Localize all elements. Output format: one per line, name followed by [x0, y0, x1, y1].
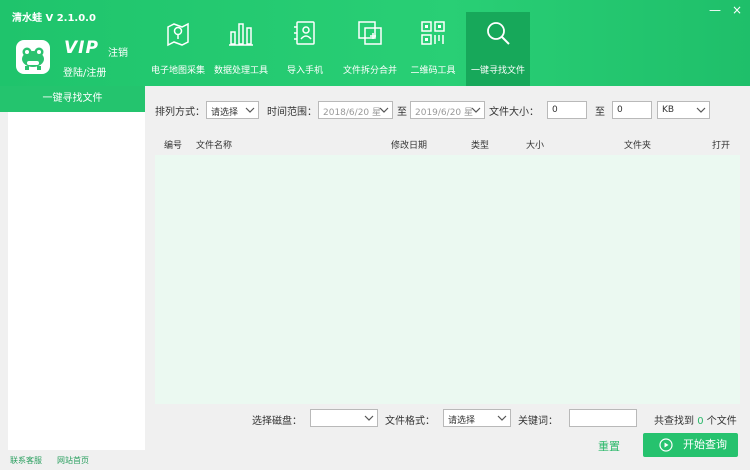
file-size-label: 文件大小： [489, 107, 539, 118]
file-format-value: 请选择 [448, 416, 476, 426]
sort-select[interactable]: 请选择 [206, 101, 259, 119]
time-to-value: 2019/6/20 星 [415, 108, 474, 118]
chevron-down-icon [696, 107, 706, 113]
nav-find-file[interactable]: 一键寻找文件 [466, 12, 530, 86]
title-bar-header: 清水蛙 V 2.1.0.0 — × VIP 注销 登陆/注册 电子地图采集 数据… [0, 0, 750, 86]
nav-map-collect[interactable]: 电子地图采集 [148, 12, 208, 86]
nav-data-tools[interactable]: 数据处理工具 [210, 12, 272, 86]
chevron-down-icon [379, 107, 389, 113]
size-max-input[interactable]: 0 [612, 101, 652, 119]
bar-chart-icon [229, 23, 253, 46]
nav-file-split[interactable]: 文件拆分合并 [338, 12, 402, 86]
sort-label: 排列方式： [155, 107, 205, 118]
split-merge-icon [358, 21, 382, 45]
logout-link[interactable]: 注销 [108, 44, 128, 59]
map-pin-icon [167, 22, 189, 47]
time-from-value: 2018/6/20 星 [323, 108, 382, 118]
time-range-label: 时间范围： [267, 107, 317, 118]
play-circle-icon [659, 438, 673, 452]
start-search-label: 开始查询 [683, 438, 727, 451]
nav-label: 二维码工具 [410, 66, 456, 76]
nav-label: 一键寻找文件 [470, 66, 525, 76]
result-count: 0 [697, 416, 704, 427]
disk-label: 选择磁盘： [252, 416, 302, 427]
col-open: 打开 [712, 141, 731, 151]
col-file-name: 文件名称 [196, 141, 233, 151]
frog-logo-icon [16, 40, 50, 74]
keyword-input[interactable] [569, 409, 637, 427]
file-format-select[interactable]: 请选择 [443, 409, 511, 427]
nav-label: 导入手机 [286, 66, 323, 76]
start-search-button[interactable]: 开始查询 [643, 433, 738, 457]
nav-label: 文件拆分合并 [342, 66, 397, 76]
chevron-down-icon [471, 107, 481, 113]
size-min-input[interactable]: 0 [547, 101, 587, 119]
col-size: 大小 [526, 141, 545, 151]
qr-code-icon [421, 21, 445, 45]
col-index: 编号 [164, 141, 183, 151]
sidebar-item-find-file[interactable]: 一键寻找文件 [0, 86, 145, 112]
contact-card-icon [294, 21, 315, 45]
file-format-label: 文件格式： [385, 416, 435, 427]
result-count-text: 共查找到 0 个文件 [654, 412, 737, 427]
sort-value: 请选择 [211, 108, 239, 118]
disk-select[interactable] [310, 409, 378, 427]
result-suffix: 个文件 [706, 416, 737, 427]
size-unit-select[interactable]: KB [657, 101, 710, 119]
website-home-link[interactable]: 网站首页 [57, 455, 89, 466]
time-to-label: 至 [397, 107, 407, 118]
close-button[interactable]: × [728, 2, 746, 18]
search-icon [487, 22, 510, 45]
time-from-picker[interactable]: 2018/6/20 星 [318, 101, 393, 119]
keyword-label: 关键词： [518, 416, 558, 427]
nav-label: 电子地图采集 [150, 66, 205, 76]
col-modified-date: 修改日期 [391, 141, 428, 151]
col-folder: 文件夹 [624, 141, 652, 151]
size-to-label: 至 [595, 107, 605, 118]
login-register-link[interactable]: 登陆/注册 [63, 64, 106, 79]
result-prefix: 共查找到 [654, 416, 694, 427]
app-title: 清水蛙 V 2.1.0.0 [12, 13, 96, 24]
chevron-down-icon [497, 415, 507, 421]
nav-label: 数据处理工具 [213, 66, 268, 76]
contact-support-link[interactable]: 联系客服 [10, 455, 42, 466]
sidebar-panel [8, 112, 145, 450]
size-unit-value: KB [662, 105, 675, 115]
chevron-down-icon [364, 415, 374, 421]
nav-import-phone[interactable]: 导入手机 [276, 12, 334, 86]
col-type: 类型 [471, 141, 490, 151]
minimize-button[interactable]: — [706, 2, 724, 18]
chevron-down-icon [245, 107, 255, 113]
vip-badge: VIP [64, 38, 99, 58]
time-to-picker[interactable]: 2019/6/20 星 [410, 101, 485, 119]
nav-qr-tool[interactable]: 二维码工具 [404, 12, 462, 86]
reset-button[interactable]: 重置 [598, 438, 620, 454]
results-table-header: 编号 文件名称 修改日期 类型 大小 文件夹 打开 [155, 133, 740, 153]
results-table-body[interactable] [155, 155, 740, 404]
